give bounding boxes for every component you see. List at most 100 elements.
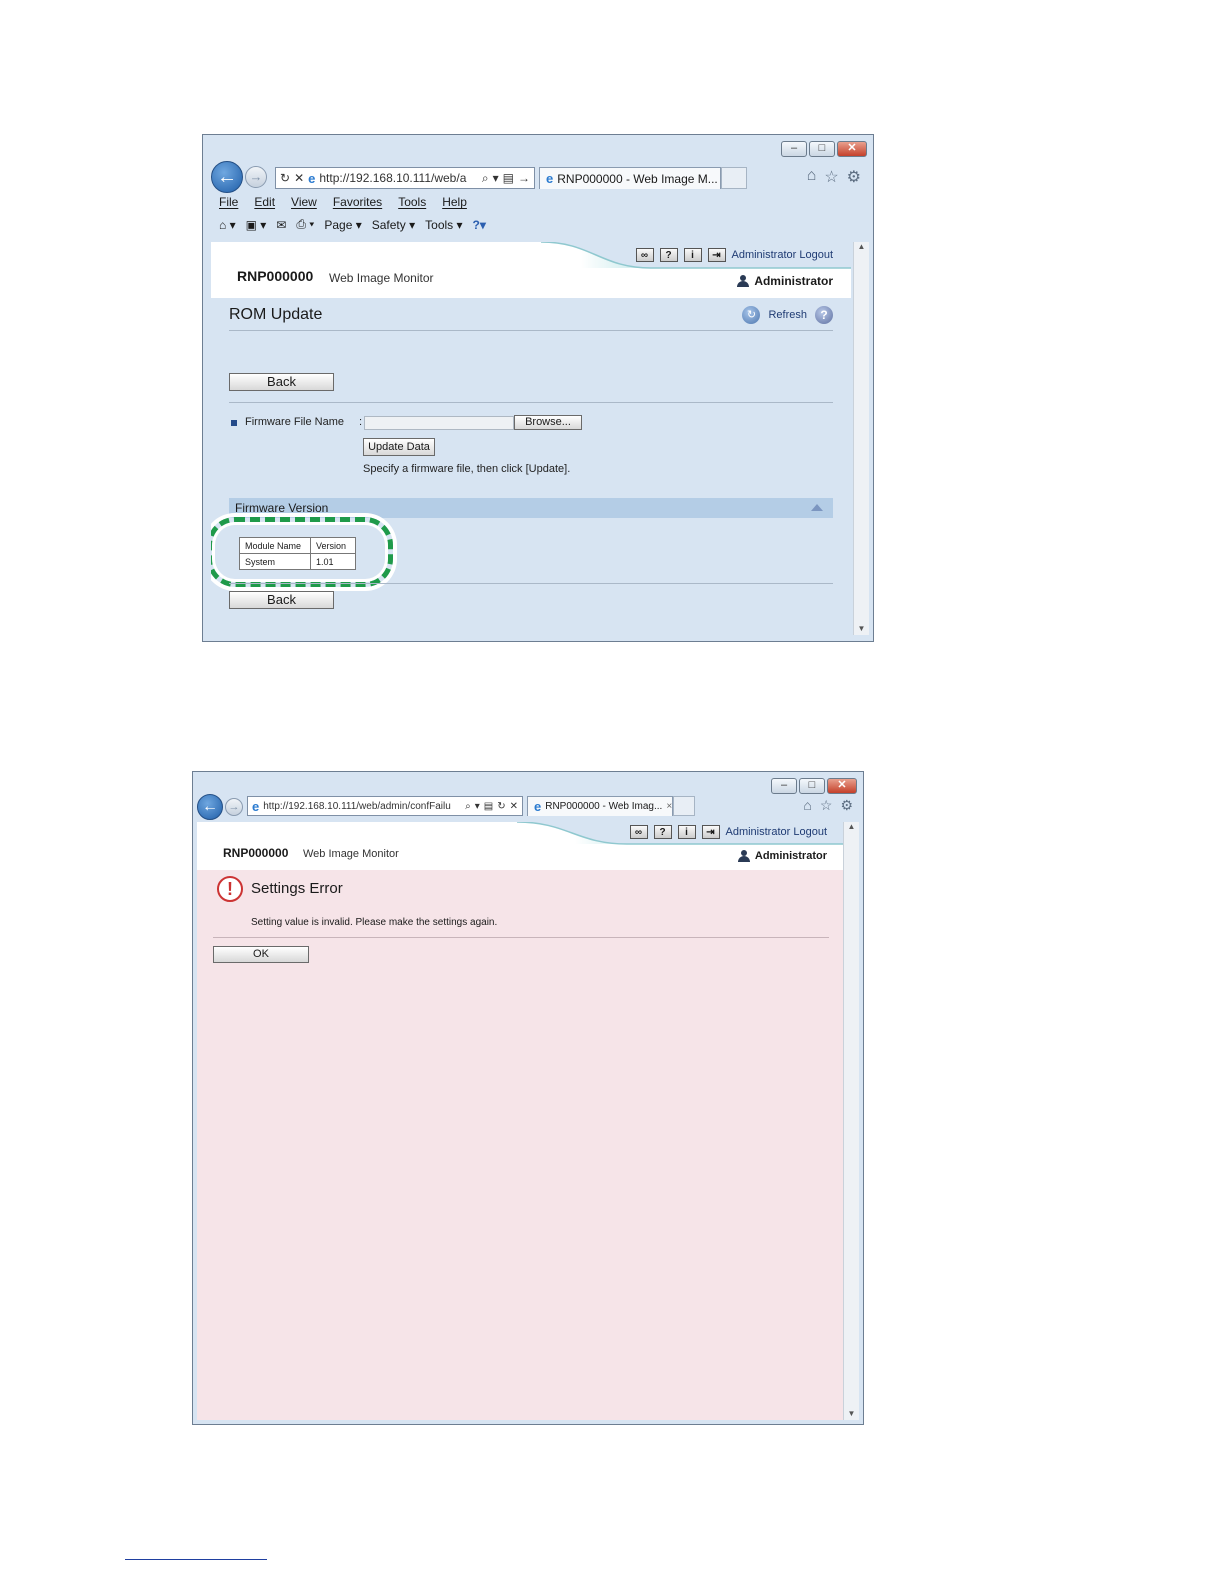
forward-arrow-icon[interactable]: → bbox=[225, 798, 243, 816]
go-arrow-icon[interactable]: → bbox=[518, 171, 530, 185]
page-menu[interactable]: Page ▾ bbox=[324, 218, 361, 232]
page-title: ROM Update bbox=[229, 306, 323, 323]
help-question-icon[interactable]: ? bbox=[659, 248, 678, 262]
feeds-icon[interactable]: ▣ ▾ bbox=[246, 218, 267, 232]
divider bbox=[229, 583, 833, 584]
menu-file[interactable]: File bbox=[219, 195, 238, 209]
update-data-button[interactable]: Update Data bbox=[363, 438, 435, 456]
scroll-up-icon[interactable]: ▲ bbox=[854, 242, 869, 251]
error-title: Settings Error bbox=[251, 880, 343, 897]
user-icon bbox=[737, 275, 750, 287]
tab-active[interactable]: e RNP000000 - Web Imag... × bbox=[527, 796, 673, 816]
stop-icon[interactable]: ✕ bbox=[510, 801, 518, 812]
compat-view-icon[interactable]: ▤ bbox=[503, 171, 514, 185]
help-question-icon[interactable]: ? bbox=[653, 825, 672, 839]
home-icon[interactable]: ⌂ bbox=[807, 167, 817, 187]
menu-tools[interactable]: Tools bbox=[398, 195, 426, 209]
firmware-version-section[interactable]: Firmware Version bbox=[229, 498, 833, 518]
maximize-button[interactable]: □ bbox=[809, 141, 835, 157]
safety-menu[interactable]: Safety ▾ bbox=[372, 218, 415, 232]
vertical-scrollbar[interactable]: ▲ ▼ bbox=[843, 822, 859, 1420]
tab-active[interactable]: e RNP000000 - Web Image M... × bbox=[539, 167, 721, 189]
admin-logout-link[interactable]: Administrator Logout bbox=[732, 249, 834, 261]
menu-favorites[interactable]: Favorites bbox=[333, 195, 382, 209]
link-icon[interactable]: ∞ bbox=[635, 248, 654, 262]
divider bbox=[213, 937, 829, 938]
gear-icon[interactable]: ⚙ bbox=[847, 167, 861, 187]
close-window-button[interactable]: ✕ bbox=[827, 778, 857, 794]
address-bar[interactable]: ↻ ✕ e http://192.168.10.111/web/a ⌕ ▾ ▤ … bbox=[275, 167, 535, 189]
star-icon[interactable]: ☆ bbox=[824, 167, 838, 187]
scroll-down-icon[interactable]: ▼ bbox=[844, 1409, 859, 1418]
scroll-up-icon[interactable]: ▲ bbox=[844, 822, 859, 831]
browse-button[interactable]: Browse... bbox=[514, 415, 582, 430]
minimize-button[interactable]: – bbox=[781, 141, 807, 157]
footnote-rule bbox=[125, 1559, 267, 1560]
page-header: ∞ ? i ⇥ Administrator Logout RNP000000 W… bbox=[197, 822, 845, 870]
error-exclamation-icon: ! bbox=[217, 876, 243, 902]
instruction-text: Specify a firmware file, then click [Upd… bbox=[363, 463, 571, 475]
navigation-buttons: ← → bbox=[197, 794, 243, 820]
dropdown-arrow-icon[interactable]: ▾ bbox=[493, 171, 499, 185]
page-header: ∞ ? i ⇥ Administrator Logout RNP000000 W… bbox=[211, 242, 851, 298]
ok-button[interactable]: OK bbox=[213, 946, 309, 963]
close-window-button[interactable]: ✕ bbox=[837, 141, 867, 157]
help-menu-icon[interactable]: ?▾ bbox=[473, 218, 486, 232]
forward-arrow-icon[interactable]: → bbox=[245, 166, 267, 188]
address-bar[interactable]: e http://192.168.10.111/web/admin/confFa… bbox=[247, 796, 523, 816]
mail-icon[interactable]: ✉ bbox=[276, 218, 286, 232]
menu-bar: File Edit View Favorites Tools Help bbox=[219, 195, 467, 209]
url-text: http://192.168.10.111/web/a bbox=[319, 171, 467, 185]
back-button-bottom[interactable]: Back bbox=[229, 591, 334, 609]
print-icon[interactable]: ⎙ ▾ bbox=[296, 217, 314, 232]
page-content: ∞ ? i ⇥ Administrator Logout RNP000000 W… bbox=[211, 242, 851, 635]
dropdown-arrow-icon[interactable]: ▾ bbox=[475, 801, 480, 812]
admin-logout-link[interactable]: Administrator Logout bbox=[726, 826, 828, 838]
brand-name: RNP000000 bbox=[237, 268, 314, 284]
home-icon[interactable]: ⌂ bbox=[803, 797, 811, 814]
user-icon bbox=[737, 850, 750, 862]
error-panel: ! Settings Error Setting value is invali… bbox=[197, 870, 845, 1420]
back-button-top[interactable]: Back bbox=[229, 373, 334, 391]
vertical-scrollbar[interactable]: ▲ ▼ bbox=[853, 242, 869, 635]
new-tab-button[interactable] bbox=[721, 167, 747, 189]
collapse-triangle-icon[interactable] bbox=[811, 504, 823, 511]
search-icon[interactable]: ⌕ bbox=[465, 801, 471, 812]
compat-view-icon[interactable]: ▤ bbox=[484, 801, 493, 812]
new-tab-button[interactable] bbox=[673, 796, 695, 816]
gear-icon[interactable]: ⚙ bbox=[840, 797, 853, 814]
search-icon[interactable]: ⌕ bbox=[482, 171, 489, 186]
stop-icon[interactable]: ✕ bbox=[294, 171, 304, 185]
user-indicator: Administrator bbox=[737, 274, 833, 288]
browser-window-settings-error: – □ ✕ ← → e http://192.168.10.111/web/ad… bbox=[192, 771, 864, 1425]
logout-arrow-icon[interactable]: ⇥ bbox=[701, 825, 720, 839]
info-icon[interactable]: i bbox=[677, 825, 696, 839]
refresh-link[interactable]: Refresh bbox=[768, 309, 807, 321]
tools-menu[interactable]: Tools ▾ bbox=[425, 218, 462, 232]
logout-arrow-icon[interactable]: ⇥ bbox=[707, 248, 726, 262]
ie-logo-icon: e bbox=[308, 170, 316, 186]
firmware-file-input[interactable] bbox=[364, 416, 514, 430]
brand-subtitle: Web Image Monitor bbox=[329, 271, 434, 285]
help-icon[interactable]: ? bbox=[815, 306, 833, 324]
tab-title: RNP000000 - Web Image M... bbox=[557, 171, 718, 186]
user-name: Administrator bbox=[754, 274, 833, 288]
divider bbox=[229, 402, 833, 403]
maximize-button[interactable]: □ bbox=[799, 778, 825, 794]
back-arrow-icon[interactable]: ← bbox=[211, 161, 243, 193]
star-icon[interactable]: ☆ bbox=[820, 797, 833, 814]
menu-help[interactable]: Help bbox=[442, 195, 467, 209]
back-arrow-icon[interactable]: ← bbox=[197, 794, 223, 820]
home-cmd-icon[interactable]: ⌂ ▾ bbox=[219, 218, 236, 232]
menu-edit[interactable]: Edit bbox=[254, 195, 275, 209]
info-icon[interactable]: i bbox=[683, 248, 702, 262]
tab-close-icon[interactable]: × bbox=[666, 801, 672, 812]
scroll-down-icon[interactable]: ▼ bbox=[854, 624, 869, 633]
colon-separator: : bbox=[359, 416, 363, 428]
link-icon[interactable]: ∞ bbox=[629, 825, 648, 839]
minimize-button[interactable]: – bbox=[771, 778, 797, 794]
refresh-icon[interactable]: ↻ bbox=[742, 306, 761, 324]
refresh-icon[interactable]: ↻ bbox=[497, 801, 505, 812]
refresh-icon[interactable]: ↻ bbox=[280, 171, 290, 185]
menu-view[interactable]: View bbox=[291, 195, 317, 209]
